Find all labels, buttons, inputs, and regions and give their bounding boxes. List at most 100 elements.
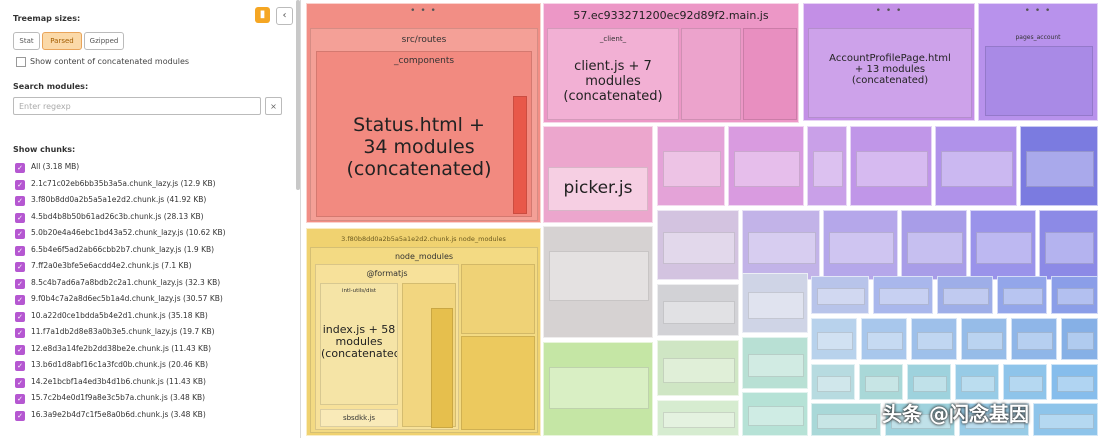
treemap-tile[interactable] [970, 210, 1036, 280]
treemap-tile[interactable] [907, 364, 951, 400]
treemap-tile[interactable] [955, 364, 999, 400]
treemap-subtile[interactable] [1057, 375, 1094, 392]
chunk-item[interactable]: ✓ 12.e8d3a14fe2b2dd38be2e.chunk.js (11.43… [15, 343, 295, 357]
chunk-item[interactable]: ✓ 13.b6d1d8abf16c1a3fcd0b.chunk.js (20.46… [15, 359, 295, 373]
treemap-group-pink[interactable]: 57.ec933271200ec92d89f2.main.js _client_… [543, 3, 799, 123]
chunk-item[interactable]: ✓ 8.5c4b7ad6a7a8bdb2c2a1.chunk_lazy.js (3… [15, 277, 295, 291]
chunk-checkbox[interactable]: ✓ [15, 262, 25, 272]
chunk-checkbox[interactable]: ✓ [15, 163, 25, 173]
chunk-checkbox[interactable]: ✓ [15, 229, 25, 239]
treemap-subtile[interactable] [907, 232, 963, 264]
treemap-subtile[interactable] [943, 288, 989, 306]
size-button-gzipped[interactable]: Gzipped [84, 32, 124, 50]
treemap-tile[interactable] [850, 126, 932, 206]
yellow-node-modules[interactable]: node_modules @formatjs intl-utils/dist i… [310, 247, 538, 433]
treemap-group-purple[interactable]: • • • AccountProfilePage.html + 13 modul… [803, 3, 975, 121]
treemap-tile[interactable] [728, 126, 804, 206]
treemap-subtile[interactable] [879, 288, 929, 306]
treemap-tile[interactable] [657, 340, 739, 396]
search-input[interactable]: Enter regexp [13, 97, 261, 115]
treemap-tile[interactable] [823, 210, 898, 280]
pink-mid-tile[interactable] [681, 28, 741, 120]
treemap-tile[interactable] [1061, 318, 1098, 360]
treemap-subtile[interactable] [817, 413, 877, 429]
treemap-subtile[interactable] [549, 251, 649, 302]
chunk-item[interactable]: ✓ 3.f80b8dd0a2b5a5a1e2d2.chunk.js (41.92 … [15, 194, 295, 208]
treemap-tile[interactable] [1020, 126, 1098, 206]
treemap-tile[interactable] [997, 276, 1047, 314]
chunk-item[interactable]: ✓ 6.5b4e6f5ad2ab66cbb2b7.chunk_lazy.js (1… [15, 244, 295, 258]
treemap-subtile[interactable] [734, 151, 800, 187]
treemap-subtile[interactable] [663, 357, 735, 383]
treemap-subtile[interactable] [1039, 413, 1094, 429]
treemap-tile[interactable] [543, 226, 653, 338]
treemap-subtile[interactable] [1026, 151, 1094, 187]
treemap-subtile[interactable] [663, 232, 735, 264]
account-profile-tile[interactable]: AccountProfilePage.html + 13 modules (co… [808, 28, 972, 118]
treemap-tile[interactable] [861, 318, 907, 360]
treemap-tile[interactable] [1051, 276, 1098, 314]
pink-right-tile[interactable] [743, 28, 797, 120]
purple-top-right[interactable]: • • • pages_account [978, 3, 1098, 121]
treemap-tile[interactable] [1051, 364, 1098, 400]
treemap-subtile[interactable] [748, 406, 804, 426]
chunk-checkbox[interactable]: ✓ [15, 295, 25, 305]
treemap-subtile[interactable] [813, 151, 843, 187]
treemap-group-red[interactable]: • • • src/routes _components Status.html… [306, 3, 541, 223]
treemap-subtile[interactable] [976, 232, 1032, 264]
treemap-subtile[interactable] [865, 375, 899, 392]
treemap-subtile[interactable] [1045, 232, 1094, 264]
treemap-tile[interactable] [742, 337, 808, 389]
chunk-item[interactable]: ✓ 9.f0b4c7a2a8d6ec5b1a4d.chunk_lazy.js (3… [15, 293, 295, 307]
treemap-subtile[interactable] [817, 375, 851, 392]
treemap-tile[interactable] [742, 273, 808, 333]
chunk-checkbox[interactable]: ✓ [15, 361, 25, 371]
treemap-subtile[interactable] [1067, 331, 1094, 351]
treemap-tile[interactable] [657, 126, 725, 206]
treemap-tile[interactable] [811, 276, 869, 314]
red-routes-tile[interactable]: src/routes _components Status.html + 34 … [310, 28, 538, 221]
treemap-tile[interactable] [1003, 364, 1047, 400]
treemap-tile[interactable] [657, 210, 739, 280]
chunk-item[interactable]: ✓ 2.1c71c02eb6bb35b3a5a.chunk_lazy.js (12… [15, 178, 295, 192]
chunk-checkbox[interactable]: ✓ [15, 410, 25, 421]
chunk-item[interactable]: ✓ 16.3a9e2b4d7c1f5e8a0b6d.chunk.js (3.48 … [15, 409, 295, 423]
treemap-subtile[interactable] [967, 331, 1003, 351]
pin-icon[interactable]: ▮ [255, 7, 270, 23]
chunk-checkbox[interactable]: ✓ [15, 344, 25, 355]
chunk-checkbox[interactable]: ✓ [15, 278, 25, 289]
treemap-tile[interactable] [911, 318, 957, 360]
treemap-subtile[interactable] [1003, 288, 1043, 306]
yellow-strip[interactable] [431, 308, 453, 428]
red-small-column[interactable] [513, 96, 527, 214]
treemap-tile[interactable] [859, 364, 903, 400]
client-tile[interactable]: _client_ client.js + 7 modules (concaten… [547, 28, 679, 120]
picker-tile[interactable]: picker.js [548, 167, 648, 211]
treemap-tile[interactable] [937, 276, 993, 314]
treemap-tile[interactable] [543, 342, 653, 436]
treemap-tile[interactable] [1039, 210, 1098, 280]
red-components-tile[interactable]: _components Status.html + 34 modules (co… [316, 51, 532, 217]
chunk-checkbox[interactable]: ✓ [15, 245, 25, 256]
picker-group[interactable]: picker.js [543, 126, 653, 223]
concatenated-checkbox[interactable] [16, 57, 26, 67]
treemap-subtile[interactable] [748, 292, 804, 319]
treemap-subtile[interactable] [856, 151, 928, 187]
size-button-stat[interactable]: Stat [13, 32, 40, 50]
treemap-subtile[interactable] [748, 353, 804, 377]
treemap-tile[interactable] [935, 126, 1017, 206]
treemap-subtile[interactable] [1057, 288, 1094, 306]
treemap-tile[interactable] [811, 364, 855, 400]
size-button-parsed[interactable]: Parsed [42, 32, 82, 50]
intl-utils-tile[interactable]: intl-utils/dist index.js + 58 modules (c… [320, 283, 398, 405]
treemap-tile[interactable] [657, 284, 739, 336]
treemap-subtile[interactable] [748, 232, 816, 264]
chunk-item[interactable]: ✓ 4.5bd4b8b50b61ad26c3b.chunk.js (28.13 K… [15, 211, 295, 225]
treemap-subtile[interactable] [1009, 375, 1043, 392]
sidebar-scrollbar[interactable] [296, 0, 300, 190]
treemap-subtile[interactable] [817, 331, 853, 351]
chunk-checkbox[interactable]: ✓ [15, 328, 25, 338]
chunk-item[interactable]: ✓ 15.7c2b4e0d1f9a8e3c5b7a.chunk.js (3.48 … [15, 392, 295, 406]
treemap-subtile[interactable] [663, 151, 721, 187]
chunk-checkbox[interactable]: ✓ [15, 377, 25, 388]
